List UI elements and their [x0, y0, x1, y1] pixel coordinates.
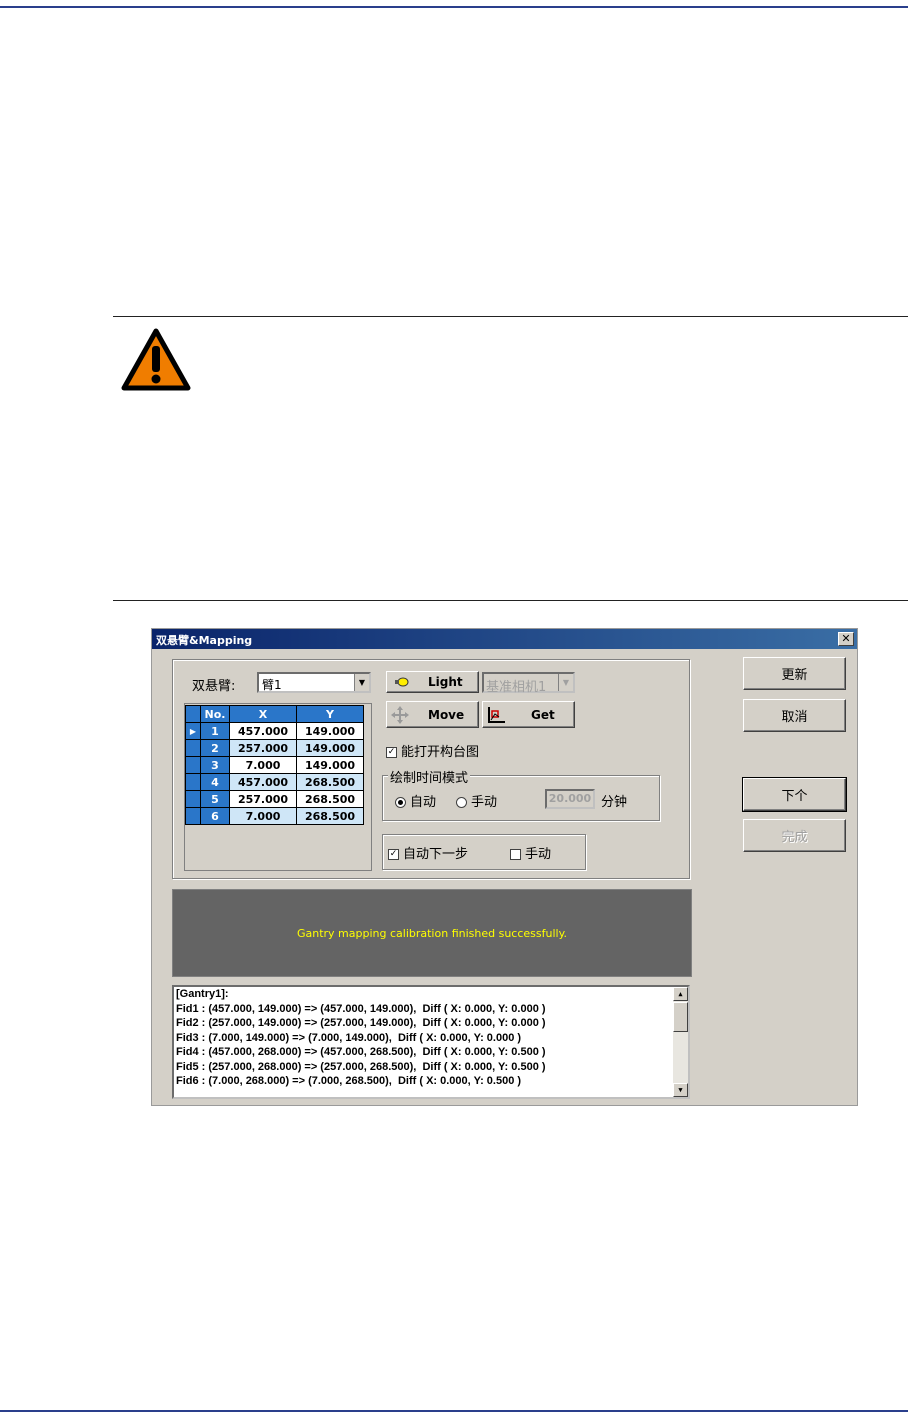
log-line: Fid2 : (257.000, 149.000) => (257.000, 1… — [176, 1017, 546, 1029]
grid-corner — [185, 705, 201, 723]
top-rule — [0, 6, 908, 8]
row-pointer-icon: ▶ — [185, 722, 201, 740]
next-button[interactable]: 下个 — [742, 777, 847, 812]
grid-cell-no: 2 — [200, 739, 230, 757]
grid-header-no: No. — [200, 705, 230, 723]
light-button[interactable]: Light — [386, 671, 479, 693]
row-header — [185, 739, 201, 757]
grid-header-x: X — [229, 705, 297, 723]
grid-cell-y[interactable]: 149.000 — [296, 739, 364, 757]
time-unit: 分钟 — [601, 795, 628, 810]
light-label: Light — [428, 675, 463, 689]
log-line: Fid4 : (457.000, 268.000) => (457.000, 2… — [176, 1046, 546, 1058]
grid-cell-x[interactable]: 7.000 — [229, 756, 297, 774]
get-axis-icon — [488, 706, 505, 723]
row-header — [185, 790, 201, 808]
camera-select-value: 基准相机1 — [486, 680, 547, 695]
bottom-rule — [0, 1410, 908, 1412]
grid-cell-y[interactable]: 268.500 — [296, 773, 364, 791]
title-bar: 双悬臂&Mapping ✕ — [152, 629, 857, 649]
table-row[interactable]: 2 257.000 149.000 — [185, 739, 364, 757]
log-line: [Gantry1]: — [176, 988, 229, 1000]
move-button[interactable]: Move — [386, 701, 479, 728]
open-table-checkbox[interactable]: ✓ 能打开构台图 — [386, 741, 479, 760]
cancel-button[interactable]: 取消 — [743, 699, 846, 732]
manual-step-checkbox[interactable]: 手动 — [510, 843, 551, 862]
dialog-title: 双悬臂&Mapping — [156, 634, 253, 647]
log-line: Fid5 : (257.000, 268.000) => (257.000, 2… — [176, 1060, 546, 1073]
grid-cell-x[interactable]: 7.000 — [229, 807, 297, 825]
manual-radio[interactable]: 手动 — [456, 791, 497, 810]
log-content: [Gantry1]: Fid1 : (457.000, 149.000) => … — [174, 987, 673, 1089]
get-label: Get — [531, 707, 555, 722]
grid-cell-y[interactable]: 149.000 — [296, 722, 364, 740]
auto-radio-label: 自动 — [410, 795, 437, 810]
grid-cell-y[interactable]: 149.000 — [296, 756, 364, 774]
grid-cell-y[interactable]: 268.500 — [296, 807, 364, 825]
time-input[interactable]: 20.000 — [545, 789, 595, 809]
table-row[interactable]: 5 257.000 268.500 — [185, 790, 364, 808]
grid-cell-no: 4 — [200, 773, 230, 791]
chevron-down-icon: ▼ — [354, 674, 369, 691]
chevron-down-icon: ▼ — [558, 674, 573, 691]
log-line: Fid1 : (457.000, 149.000) => (457.000, 1… — [176, 1002, 546, 1015]
light-bulb-icon — [395, 677, 409, 687]
scroll-down-icon[interactable]: ▼ — [673, 1083, 688, 1097]
manual-step-label: 手动 — [525, 847, 552, 862]
auto-radio[interactable]: 自动 — [395, 791, 436, 810]
log-textarea[interactable]: [Gantry1]: Fid1 : (457.000, 149.000) => … — [172, 985, 690, 1099]
grid-cell-no: 1 — [200, 722, 230, 740]
mapping-dialog: 双悬臂&Mapping ✕ 双悬臂: 臂1 ▼ Light 基准相机1 ▼ Mo… — [151, 628, 858, 1106]
arm-label: 双悬臂: — [192, 679, 236, 694]
warning-bottom-rule — [113, 600, 908, 601]
draw-time-group-label: 绘制时间模式 — [388, 767, 471, 786]
move-label: Move — [428, 707, 465, 722]
table-row[interactable]: 4 457.000 268.500 — [185, 773, 364, 791]
log-line: Fid3 : (7.000, 149.000) => (7.000, 149.0… — [176, 1031, 522, 1044]
scroll-thumb[interactable] — [673, 1002, 688, 1032]
row-header — [185, 756, 201, 774]
warning-icon — [121, 328, 191, 391]
radio-icon — [456, 797, 467, 808]
arm-select[interactable]: 臂1 ▼ — [257, 672, 371, 693]
table-row[interactable]: 6 7.000 268.500 — [185, 807, 364, 825]
auto-next-checkbox[interactable]: ✓ 自动下一步 — [388, 843, 468, 862]
points-grid: No. X Y ▶ 1 457.000 149.000 2 257.000 14… — [185, 705, 364, 825]
status-message: Gantry mapping calibration finished succ… — [296, 926, 568, 940]
camera-select[interactable]: 基准相机1 ▼ — [482, 672, 575, 695]
manual-radio-label: 手动 — [471, 795, 498, 810]
table-row[interactable]: 3 7.000 149.000 — [185, 756, 364, 774]
radio-selected-icon — [395, 797, 406, 808]
check-icon: ✓ — [388, 849, 399, 860]
grid-cell-y[interactable]: 268.500 — [296, 790, 364, 808]
grid-cell-no: 3 — [200, 756, 230, 774]
log-line: Fid6 : (7.000, 268.000) => (7.000, 268.5… — [176, 1075, 522, 1087]
log-scrollbar[interactable]: ▲ ▼ — [673, 987, 688, 1097]
grid-cell-no: 6 — [200, 807, 230, 825]
auto-next-label: 自动下一步 — [403, 847, 469, 862]
move-arrows-icon — [391, 705, 409, 724]
row-header — [185, 773, 201, 791]
checkbox-icon — [510, 849, 521, 860]
row-header — [185, 807, 201, 825]
grid-cell-x[interactable]: 457.000 — [229, 722, 297, 740]
grid-cell-x[interactable]: 257.000 — [229, 790, 297, 808]
open-table-label: 能打开构台图 — [401, 745, 480, 760]
get-button[interactable]: Get — [482, 701, 575, 728]
grid-header-y: Y — [296, 705, 364, 723]
update-button[interactable]: 更新 — [743, 657, 846, 690]
finish-button[interactable]: 完成 — [743, 819, 846, 852]
grid-cell-x[interactable]: 257.000 — [229, 739, 297, 757]
close-icon[interactable]: ✕ — [838, 632, 854, 646]
warning-top-rule — [113, 316, 908, 317]
check-icon: ✓ — [386, 747, 397, 758]
scroll-up-icon[interactable]: ▲ — [673, 987, 688, 1001]
grid-cell-x[interactable]: 457.000 — [229, 773, 297, 791]
table-row[interactable]: ▶ 1 457.000 149.000 — [185, 722, 364, 740]
grid-cell-no: 5 — [200, 790, 230, 808]
status-panel: Gantry mapping calibration finished succ… — [172, 889, 692, 977]
arm-select-value: 臂1 — [262, 678, 282, 692]
